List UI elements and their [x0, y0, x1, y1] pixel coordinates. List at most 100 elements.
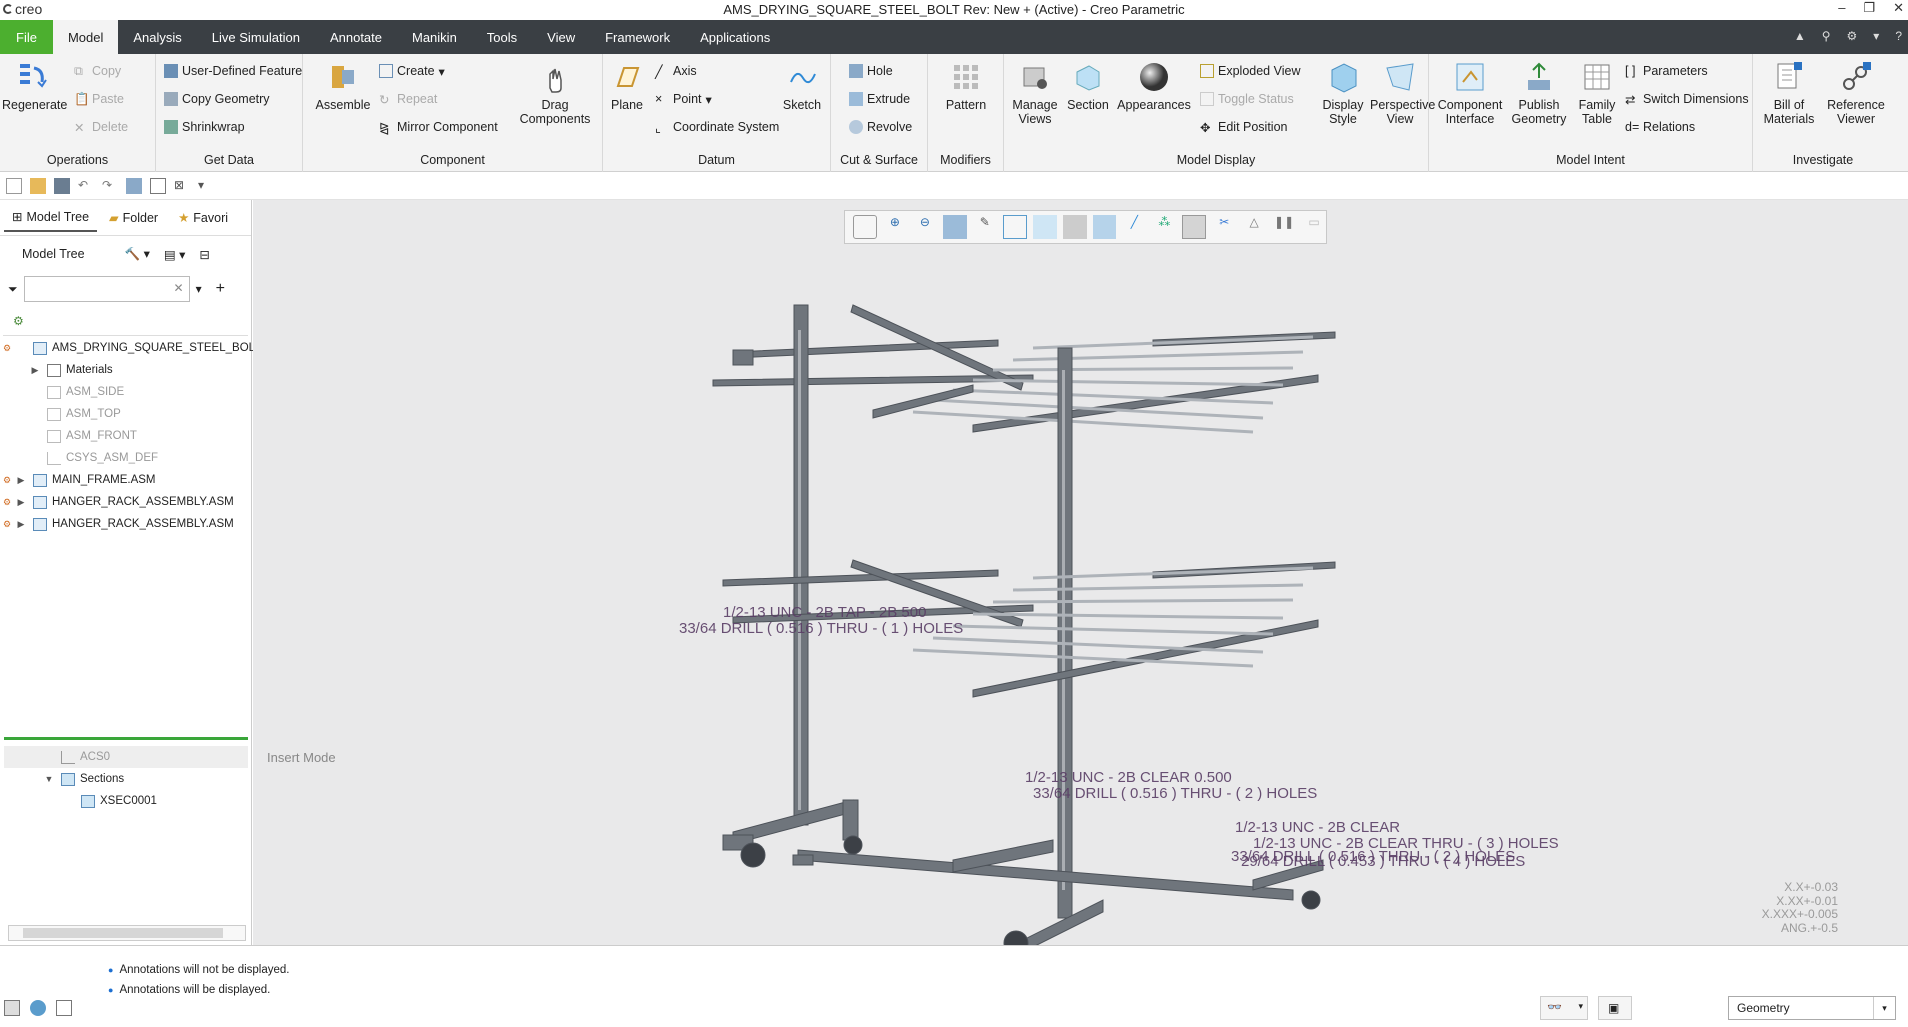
manage-views-button[interactable]: Manage Views — [1010, 60, 1060, 126]
customize-qat-icon[interactable]: ▾ — [198, 178, 214, 194]
tab-analysis[interactable]: Analysis — [118, 20, 196, 54]
switch-dimensions-button[interactable]: ⇄ Switch Dimensions — [1625, 90, 1749, 108]
edit-position-button[interactable]: ✥ Edit Position — [1200, 118, 1287, 136]
appearances-button[interactable]: Appearances — [1114, 60, 1194, 112]
get-data-group-label[interactable]: Get Data — [156, 153, 302, 167]
modifiers-group-label[interactable]: Modifiers — [928, 153, 1003, 167]
pattern-button[interactable]: Pattern — [936, 60, 996, 112]
tree-item-main-frame[interactable]: ⚙ ▶ MAIN_FRAME.ASM — [0, 469, 156, 491]
plane-button[interactable]: Plane — [607, 60, 647, 112]
component-interface-button[interactable]: Component Interface — [1435, 60, 1505, 126]
regeneration-manager-button[interactable]: ▣ — [1598, 996, 1632, 1020]
model-intent-group-label[interactable]: Model Intent — [1429, 153, 1752, 167]
extrude-button[interactable]: Extrude — [849, 90, 910, 108]
drying-rack-model[interactable] — [253, 200, 1908, 945]
save-icon[interactable] — [54, 177, 70, 194]
hole-annotation[interactable]: 1/2-13 UNC - 2B TAP - 2B 500 — [723, 604, 926, 621]
toggle-status-button[interactable]: Toggle Status — [1200, 90, 1294, 108]
tab-live-simulation[interactable]: Live Simulation — [197, 20, 315, 54]
windows-icon[interactable] — [150, 177, 166, 194]
full-screen-icon[interactable] — [56, 1000, 72, 1016]
revolve-button[interactable]: Revolve — [849, 118, 912, 136]
repeat-button[interactable]: ↻ Repeat — [379, 90, 437, 108]
tree-item-asm-side[interactable]: ASM_SIDE — [42, 381, 124, 403]
graphics-window[interactable]: ⊕ ⊖ ✎ ╱ ⁂ ✂ △ ❚❚ ▭ 1/2-13 UNC - 2B TAP -… — [253, 200, 1908, 945]
tab-folder-browser[interactable]: ▰ Folder — [101, 204, 166, 231]
undo-icon[interactable]: ↶ — [78, 178, 94, 194]
collapse-icon[interactable]: ▼ — [42, 774, 56, 784]
new-file-icon[interactable] — [6, 177, 22, 194]
exploded-view-button[interactable]: Exploded View — [1200, 62, 1300, 80]
tree-item-hanger-rack-1[interactable]: ⚙ ▶ HANGER_RACK_ASSEMBLY.ASM — [0, 491, 234, 513]
model-display-group-label[interactable]: Model Display — [1004, 153, 1428, 167]
assemble-button[interactable]: Assemble — [313, 60, 373, 112]
minimize-icon[interactable]: – — [1838, 0, 1845, 16]
collapse-ribbon-icon[interactable]: ▲ — [1794, 29, 1806, 43]
expand-icon[interactable]: ▶ — [28, 365, 42, 376]
relations-button[interactable]: d= Relations — [1625, 118, 1695, 136]
clear-search-icon[interactable]: ✕ — [174, 281, 184, 295]
section-button[interactable]: Section — [1064, 60, 1112, 112]
tree-search-input[interactable]: ✕ — [23, 276, 190, 302]
tab-applications[interactable]: Applications — [685, 20, 785, 54]
add-icon[interactable]: + — [216, 280, 225, 298]
family-table-button[interactable]: Family Table — [1573, 60, 1621, 126]
expand-icon[interactable]: ▶ — [14, 519, 28, 530]
show-navigator-icon[interactable] — [4, 1000, 20, 1016]
datum-group-label[interactable]: Datum — [603, 153, 830, 167]
tree-item-asm-front[interactable]: ASM_FRONT — [42, 425, 137, 447]
publish-geometry-button[interactable]: Publish Geometry — [1509, 60, 1569, 126]
tree-item-sections[interactable]: ▼ Sections — [42, 768, 124, 790]
tab-favorites[interactable]: ★ Favori — [170, 204, 236, 231]
hole-annotation[interactable]: 33/64 DRILL ( 0.516 ) THRU - ( 1 ) HOLES — [679, 620, 963, 637]
investigate-group-label[interactable]: Investigate — [1753, 153, 1893, 167]
operations-group-label[interactable]: Operations — [0, 153, 155, 167]
insert-here-indicator[interactable] — [4, 737, 248, 740]
tree-item-acs0[interactable]: ACS0 — [56, 746, 110, 768]
search-options-icon[interactable]: ▾ — [196, 282, 202, 296]
tree-item-root-assembly[interactable]: ⚙ AMS_DRYING_SQUARE_STEEL_BOLT.AS — [0, 337, 278, 359]
tree-horizontal-scrollbar[interactable] — [8, 925, 246, 941]
paste-button[interactable]: 📋 Paste — [74, 90, 124, 108]
user-defined-feature-button[interactable]: User-Defined Feature — [164, 62, 302, 80]
tree-filter-options-icon[interactable]: ⊟ — [199, 247, 209, 262]
tab-manikin[interactable]: Manikin — [397, 20, 472, 54]
perspective-view-button[interactable]: Perspective View — [1370, 60, 1435, 126]
tab-tools[interactable]: Tools — [472, 20, 532, 54]
tree-column-icon[interactable]: ⚙ — [13, 314, 24, 328]
tree-settings-icon[interactable]: 🔨 ▾ — [125, 246, 150, 262]
customize-icon[interactable]: ▾ — [1873, 29, 1879, 43]
selection-filter-select[interactable]: Geometry ▾ — [1728, 996, 1896, 1020]
component-group-label[interactable]: Component — [303, 153, 602, 167]
tab-file[interactable]: File — [0, 20, 53, 54]
show-icon[interactable]: ▤ ▾ — [164, 247, 186, 262]
coordinate-system-button[interactable]: ⌞ Coordinate System — [655, 118, 779, 136]
open-folder-icon[interactable] — [30, 177, 46, 194]
settings-icon[interactable]: ⚙ — [1847, 29, 1858, 43]
parameters-button[interactable]: [ ] Parameters — [1625, 62, 1708, 80]
sketch-button[interactable]: Sketch — [779, 60, 825, 112]
redo-icon[interactable]: ↷ — [102, 178, 118, 194]
hole-annotation[interactable]: 33/64 DRILL ( 0.516 ) THRU - ( 2 ) HOLES — [1033, 785, 1317, 802]
shrinkwrap-button[interactable]: Shrinkwrap — [164, 118, 245, 136]
expand-icon[interactable]: ▶ — [14, 497, 28, 508]
help-icon[interactable]: ? — [1895, 29, 1902, 43]
bill-of-materials-button[interactable]: Bill of Materials — [1757, 60, 1821, 126]
tab-model-tree[interactable]: ⊞ Model Tree — [4, 203, 98, 232]
search-icon[interactable]: ⚲ — [1822, 29, 1831, 43]
tree-item-asm-top[interactable]: ASM_TOP — [42, 403, 121, 425]
tab-framework[interactable]: Framework — [590, 20, 685, 54]
regenerate-small-icon[interactable] — [126, 177, 142, 194]
mirror-component-button[interactable]: ⧎ Mirror Component — [379, 118, 498, 136]
show-browser-icon[interactable] — [30, 1000, 46, 1016]
cut-surface-group-label[interactable]: Cut & Surface — [831, 153, 927, 167]
delete-button[interactable]: ✕ Delete — [74, 118, 128, 136]
tree-item-hanger-rack-2[interactable]: ⚙ ▶ HANGER_RACK_ASSEMBLY.ASM — [0, 513, 234, 535]
copy-button[interactable]: ⧉ Copy — [74, 62, 121, 80]
close-icon[interactable]: ✕ — [1893, 0, 1904, 16]
hole-annotation[interactable]: 1/2-13 UNC - 2B CLEAR 0.500 — [1025, 769, 1232, 786]
hole-button[interactable]: Hole — [849, 62, 893, 80]
hole-annotation[interactable]: 29/64 DRILL ( 0.453 ) THRU - ( 4 ) HOLES — [1241, 853, 1525, 870]
find-button[interactable]: 👓 ▾ — [1540, 996, 1588, 1020]
hole-annotation[interactable]: 1/2-13 UNC - 2B CLEAR — [1235, 819, 1400, 836]
